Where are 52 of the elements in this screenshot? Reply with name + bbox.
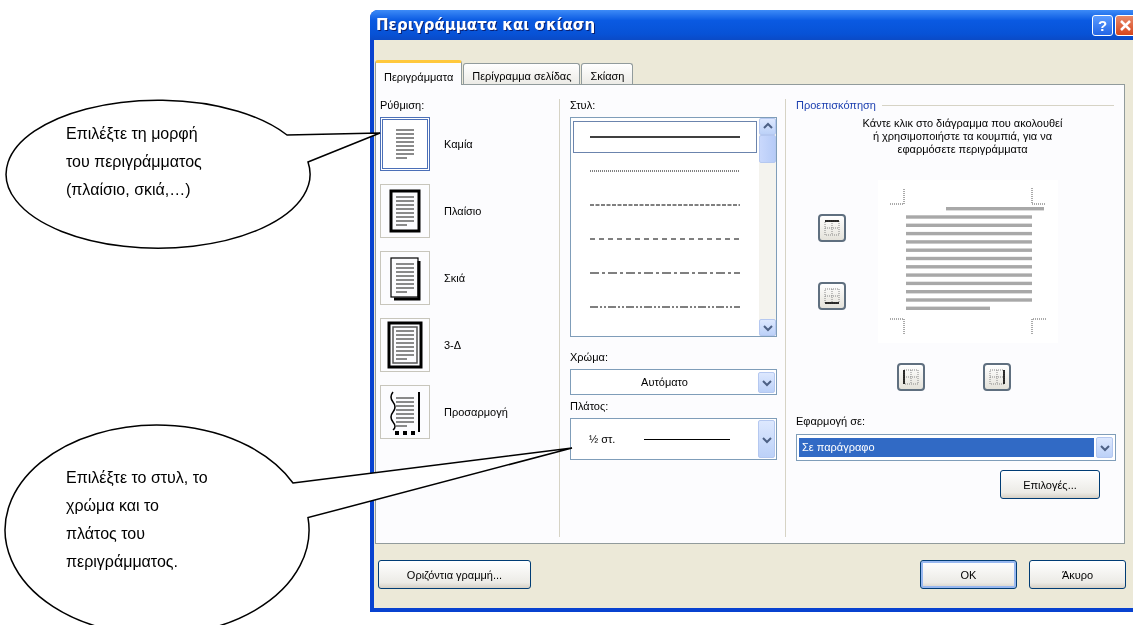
scrollbar-thumb[interactable] xyxy=(759,135,776,163)
options-button[interactable]: Επιλογές... xyxy=(1000,470,1100,499)
callout-text: Επιλέξτε το στυλ, το χρώμα και το πλάτος του περιγράμματος. xyxy=(66,468,208,572)
preview-label: Προεπισκόπηση xyxy=(796,99,876,111)
setting-label: Ρύθμιση: xyxy=(380,99,425,111)
setting-option-button[interactable] xyxy=(380,251,430,305)
apply-to-dropdown[interactable]: Σε παράγραφο xyxy=(796,434,1116,461)
color-label: Χρώμα: xyxy=(570,351,608,363)
border-grid-icon xyxy=(901,367,921,387)
line-sample-icon xyxy=(590,271,740,275)
width-label: Πλάτος: xyxy=(570,400,609,412)
setting-option-label[interactable]: Προσαρμογή xyxy=(444,406,508,418)
right-border-button[interactable] xyxy=(983,363,1011,391)
top-border-button[interactable] xyxy=(818,214,846,242)
setting-option-button[interactable] xyxy=(380,318,430,372)
border-grid-icon xyxy=(822,286,842,306)
left-border-button[interactable] xyxy=(897,363,925,391)
callout-text: Επιλέξτε τη μορφή του περιγράμματος (πλαίσιο, σκιά,…) xyxy=(66,124,202,200)
horizontal-line-button[interactable]: Οριζόντια γραμμή... xyxy=(378,560,531,589)
line-sample-icon xyxy=(643,437,730,441)
scroll-up-button[interactable] xyxy=(759,118,776,135)
window-title: Περιγράμματα και σκίαση xyxy=(376,16,597,34)
close-icon xyxy=(1119,18,1132,32)
setting-option-label[interactable]: Καμία xyxy=(444,138,473,150)
line-style-option[interactable] xyxy=(573,121,757,153)
line-sample-icon xyxy=(590,135,740,139)
line-sample-icon xyxy=(590,305,740,309)
close-button[interactable] xyxy=(1115,14,1133,36)
setting-option-label[interactable]: 3-Δ xyxy=(444,339,462,351)
preview-hint: Κάντε κλικ στο διάγραμμα που ακολουθεί ή χρησιμοποιήστε τα κουμπιά, για να εφαρμόσετε περιγράμματα xyxy=(861,117,1064,156)
setting-option-label[interactable]: Πλαίσιο xyxy=(444,205,482,217)
color-dropdown[interactable]: Αυτόματο xyxy=(570,369,777,395)
scroll-down-button[interactable] xyxy=(759,319,776,336)
apply-to-label: Εφαρμογή σε: xyxy=(796,415,865,427)
setting-option-button[interactable] xyxy=(380,385,430,439)
tab[interactable]: Σκίαση xyxy=(581,63,634,84)
dialog-button[interactable]: OK xyxy=(920,560,1017,589)
width-dropdown[interactable]: ½ στ. xyxy=(570,418,777,460)
scrollbar[interactable] xyxy=(759,118,776,336)
border-grid-icon xyxy=(822,218,842,238)
border-grid-icon xyxy=(987,367,1007,387)
line-sample-icon xyxy=(590,237,740,241)
tab[interactable]: Περίγραμμα σελίδας xyxy=(463,63,581,84)
setting-option-button[interactable] xyxy=(380,184,430,238)
style-label: Στυλ: xyxy=(570,99,596,111)
dialog-button[interactable]: Άκυρο xyxy=(1029,560,1126,589)
line-sample-icon xyxy=(590,203,740,207)
bottom-border-button[interactable] xyxy=(818,282,846,310)
help-button[interactable]: ? xyxy=(1092,14,1113,36)
tab[interactable]: Περιγράμματα xyxy=(375,60,463,85)
line-sample-icon xyxy=(590,169,740,173)
setting-option-label[interactable]: Σκιά xyxy=(444,272,466,284)
